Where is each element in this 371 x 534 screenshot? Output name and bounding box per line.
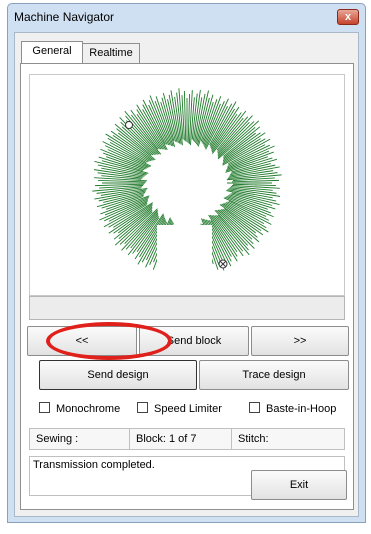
exit-button[interactable]: Exit (251, 470, 347, 500)
monochrome-checkbox[interactable] (39, 402, 50, 413)
stitch-line (183, 91, 187, 142)
block-counter-field: Block: 1 of 7 (129, 428, 233, 450)
dialog-client: General Realtime << Send block >> Send d… (14, 32, 359, 517)
stitch-line (99, 184, 144, 189)
design-preview (29, 74, 345, 296)
speed-limiter-label: Speed Limiter (154, 403, 222, 415)
trace-design-button[interactable]: Trace design (199, 360, 349, 390)
speed-limiter-checkbox[interactable] (137, 402, 148, 413)
design-opening (157, 225, 212, 295)
sewing-status-field: Sewing : (29, 428, 131, 450)
baste-in-hoop-checkbox[interactable] (249, 402, 260, 413)
needle-position-icon (218, 259, 228, 269)
machine-navigator-window: Machine Navigator x General Realtime << (7, 3, 366, 523)
monochrome-label: Monochrome (56, 403, 121, 415)
stitch-counter-field: Stitch: (231, 428, 345, 450)
next-block-button[interactable]: >> (251, 326, 349, 356)
close-icon: x (344, 11, 352, 23)
stitch-line (232, 183, 276, 186)
speed-limiter-option[interactable]: Speed Limiter (137, 402, 222, 416)
send-design-button[interactable]: Send design (39, 360, 197, 390)
stitch-line (118, 209, 153, 240)
tab-realtime[interactable]: Realtime (82, 43, 140, 63)
start-point-marker (125, 121, 133, 129)
monochrome-option[interactable]: Monochrome (39, 402, 120, 416)
stitch-line (130, 214, 159, 249)
close-button[interactable]: x (337, 9, 359, 25)
highlight-annotation (46, 322, 172, 360)
stitch-line (187, 94, 190, 144)
general-tab-panel: << Send block >> Send design Trace desig… (20, 63, 354, 510)
baste-in-hoop-label: Baste-in-Hoop (266, 403, 337, 415)
progress-bar (29, 296, 345, 320)
window-title: Machine Navigator (14, 10, 115, 24)
tab-general[interactable]: General (21, 41, 83, 63)
baste-in-hoop-option[interactable]: Baste-in-Hoop (249, 402, 336, 416)
stitch-line (117, 206, 153, 234)
title-bar: Machine Navigator x (8, 4, 365, 32)
embroidery-design-image (92, 88, 282, 295)
stitch-line (222, 208, 258, 238)
